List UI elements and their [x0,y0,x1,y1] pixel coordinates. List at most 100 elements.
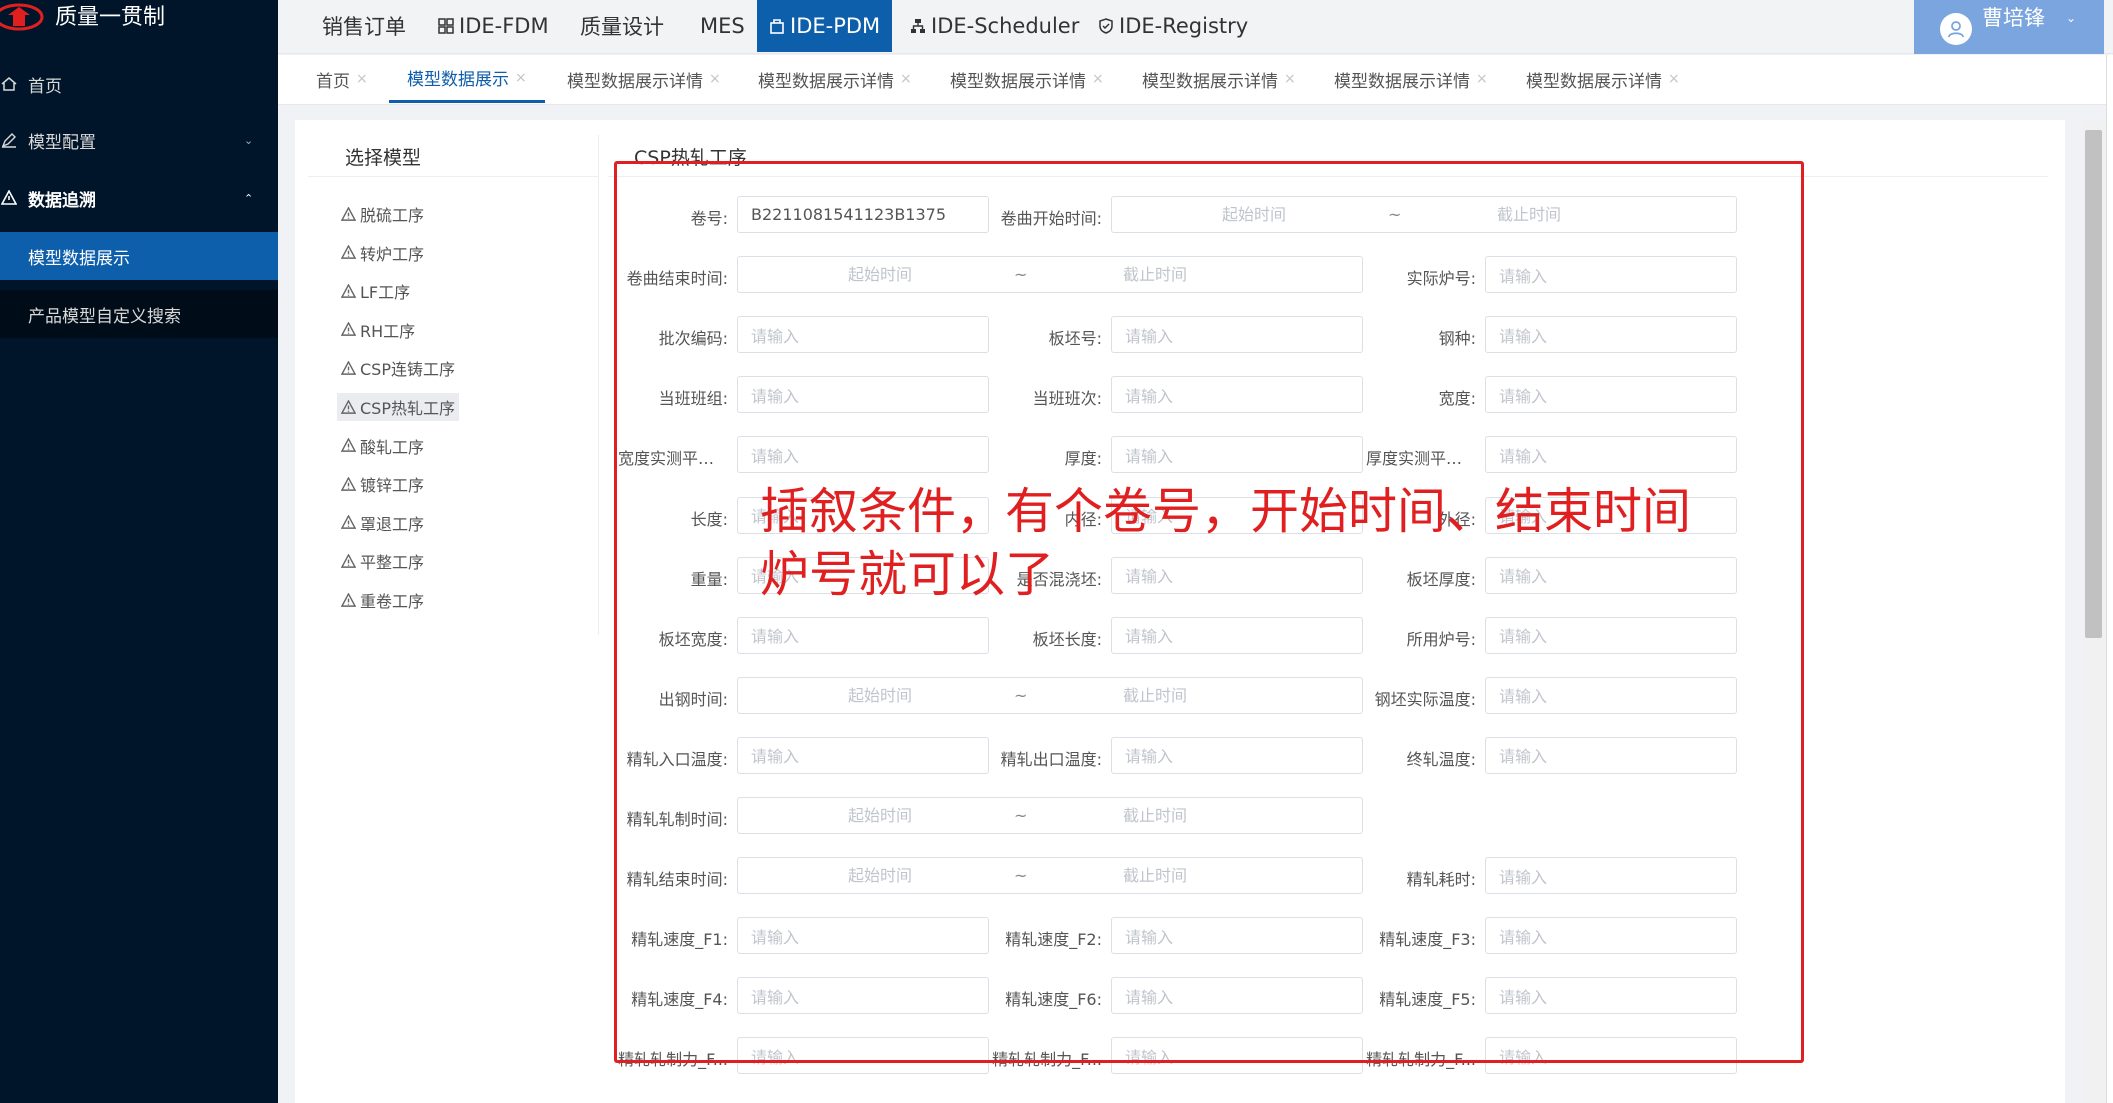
close-icon[interactable]: × [900,71,912,87]
form-input[interactable]: 请输入 [737,917,989,955]
model-list-item[interactable]: LF工序 [337,277,414,305]
model-list-item[interactable]: 重卷工序 [337,586,428,614]
form-input[interactable]: B2211081541123B1375 [737,196,989,233]
sidebar-item-label: 首页 [28,76,62,97]
close-icon[interactable]: × [515,70,527,86]
close-icon[interactable]: × [709,71,721,87]
form-input[interactable]: 请输入 [1111,736,1363,774]
close-icon[interactable]: × [1476,71,1488,87]
form-input[interactable]: 请输入 [1485,676,1737,714]
range-start-placeholder: 起始时间 [848,806,913,825]
close-icon[interactable]: × [356,71,368,87]
sidebar-subitem-label: 产品模型自定义搜索 [28,306,181,327]
form-input[interactable]: 请输入 [737,376,989,414]
tab-item[interactable]: 模型数据展示详情 × [1142,55,1296,103]
form-input[interactable]: 请输入 [1485,917,1737,955]
nav-item-ide-registry[interactable]: IDE-Registry [1098,0,1248,52]
form-input[interactable]: 请输入 [1485,1037,1737,1075]
form-input[interactable]: 请输入 [1485,256,1737,294]
date-range-picker[interactable]: 起始时间 ~ 截止时间 [737,256,1363,294]
model-list-item[interactable]: 罩退工序 [337,509,428,537]
tab-item[interactable]: 模型数据展示详情 × [1526,55,1680,103]
range-end-placeholder: 截止时间 [1123,265,1188,285]
form-input[interactable]: 请输入 [737,977,989,1015]
form-input[interactable]: 请输入 [1485,977,1737,1015]
nav-item-label: 质量设计 [580,15,664,39]
model-list-item[interactable]: 酸轧工序 [337,432,428,460]
nav-item-quality-design[interactable]: 质量设计 [580,0,664,52]
sidebar-item-home[interactable]: 首页 [0,56,278,112]
form-input[interactable]: 请输入 [737,316,989,354]
user-menu[interactable]: 曹培锋 ⌄ [1914,0,2104,54]
close-icon[interactable]: × [1284,71,1296,87]
user-name: 曹培锋 [1982,6,2045,30]
nav-item-label: MES [700,14,745,38]
app-root: 质量一贯制 首页 模型配置 ⌄ 数据追溯 ⌃ 模型数据展示 产品模型自定义搜索 … [0,0,2113,1103]
form-field-label: 所用炉号: [1406,629,1476,649]
tab-item[interactable]: 模型数据展示详情 × [1334,55,1488,103]
form-field-label: 厚度: [1064,449,1102,469]
form-input[interactable]: 请输入 [1111,316,1363,354]
form-field-label: 精轧速度_F2: [1005,930,1102,950]
sidebar-item-model-config[interactable]: 模型配置 ⌄ [0,112,278,168]
form-input[interactable]: 请输入 [1485,736,1737,774]
warning-icon [341,476,356,491]
tab-item[interactable]: 模型数据展示 × [389,55,545,103]
model-list-item[interactable]: CSP热轧工序 [337,393,459,421]
model-list-item[interactable]: 转炉工序 [337,239,428,267]
date-range-picker[interactable]: 起始时间 ~ 截止时间 [1111,196,1737,233]
range-start-placeholder: 起始时间 [1222,205,1287,224]
form-input[interactable]: 请输入 [1111,616,1363,654]
tab-item[interactable]: 模型数据展示详情 × [950,55,1104,103]
tab-label: 模型数据展示详情 [1334,71,1470,92]
nav-item-mes[interactable]: MES [700,0,745,52]
form-field-label: 当班班组: [658,389,728,409]
form-input[interactable]: 请输入 [737,736,989,774]
form-input[interactable]: 请输入 [737,1037,989,1075]
date-range-picker[interactable]: 起始时间 ~ 截止时间 [737,676,1363,714]
sidebar-item-data-trace[interactable]: 数据追溯 ⌃ [0,170,278,226]
tab-item[interactable]: 首页 × [316,55,368,103]
nav-item-ide-pdm[interactable]: IDE-PDM [757,0,893,52]
form-field-label: 钢种: [1438,329,1476,349]
model-list-label: 平整工序 [360,553,425,573]
close-icon[interactable]: × [1668,71,1680,87]
model-list-item[interactable]: 镀锌工序 [337,470,428,498]
form-field-label: 精轧轧制力_F... [1366,1050,1476,1070]
model-list-item[interactable]: 平整工序 [337,547,428,575]
divider [598,135,599,635]
shield-icon [1099,18,1113,34]
tab-item[interactable]: 模型数据展示详情 × [758,55,912,103]
model-list-item[interactable]: CSP连铸工序 [337,354,459,382]
form-input[interactable]: 请输入 [1111,917,1363,955]
sidebar-subitem-custom-search[interactable]: 产品模型自定义搜索 [0,290,278,338]
form-input[interactable]: 请输入 [1111,977,1363,1015]
form-input[interactable]: 请输入 [1485,316,1737,354]
nav-item-sales-order[interactable]: 销售订单 [322,0,406,52]
form-input[interactable]: 请输入 [1485,376,1737,414]
model-list-label: CSP热轧工序 [360,399,455,418]
form-input[interactable]: 请输入 [737,616,989,654]
date-range-picker[interactable]: 起始时间 ~ 截止时间 [737,857,1363,895]
model-list-item[interactable]: RH工序 [337,316,419,344]
scrollbar-thumb[interactable] [2085,130,2102,638]
form-input[interactable]: 请输入 [737,436,989,474]
nav-item-ide-scheduler[interactable]: IDE-Scheduler [910,0,1079,52]
date-range-picker[interactable]: 起始时间 ~ 截止时间 [737,797,1363,834]
form-input[interactable]: 请输入 [1485,436,1737,474]
tab-item[interactable]: 模型数据展示详情 × [567,55,721,103]
nav-item-ide-fdm[interactable]: IDE-FDM [438,0,549,52]
annotation-line: 插叙条件，有个卷号，开始时间、结束时间 [760,483,1692,540]
form-input[interactable]: 请输入 [1485,857,1737,895]
form-field-label: 宽度实测平均... [618,449,728,469]
form-field-label: 宽度: [1438,389,1476,409]
warning-icon [341,438,356,452]
form-input[interactable]: 请输入 [1111,436,1363,474]
model-list-item[interactable]: 脱硫工序 [337,200,428,228]
form-input[interactable]: 请输入 [1111,376,1363,414]
form-field-label: 出钢时间: [658,689,728,709]
close-icon[interactable]: × [1092,71,1104,87]
form-input[interactable]: 请输入 [1485,616,1737,654]
form-input[interactable]: 请输入 [1111,1037,1363,1075]
sidebar-subitem-model-data[interactable]: 模型数据展示 [0,232,278,280]
